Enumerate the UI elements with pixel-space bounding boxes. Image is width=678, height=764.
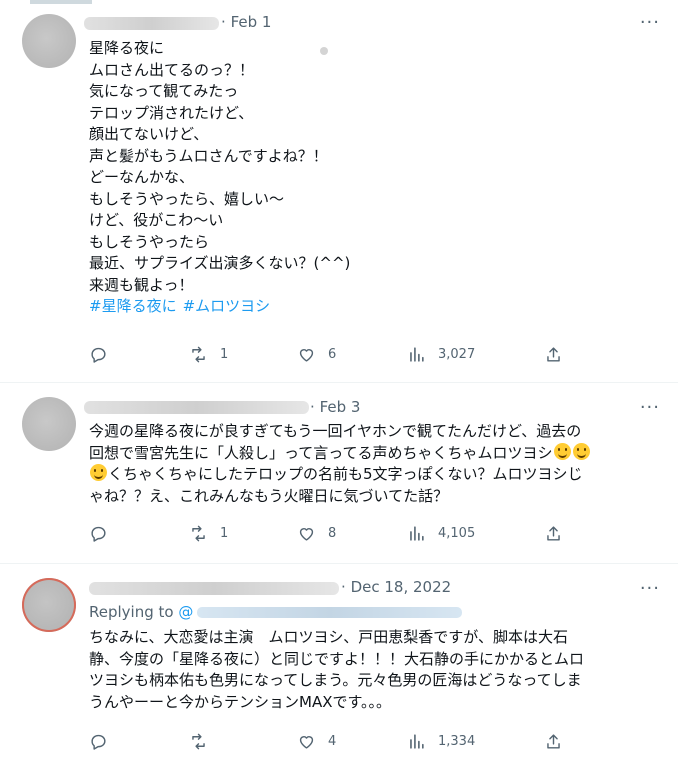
views-count: 3,027 xyxy=(438,347,476,362)
like-button[interactable]: 4 xyxy=(297,732,336,751)
more-options-icon[interactable]: ··· xyxy=(640,12,660,33)
share-button[interactable] xyxy=(544,524,563,543)
smiling-face-emoji-icon xyxy=(90,464,107,481)
views-count: 4,105 xyxy=(438,526,476,541)
views-icon xyxy=(410,526,424,541)
replying-to-handle[interactable]: @ xyxy=(178,603,193,621)
like-count: 8 xyxy=(328,526,337,541)
tweet-meta: · Feb 3 xyxy=(310,398,361,416)
tweet-meta: · Feb 1 xyxy=(221,13,272,31)
tweet[interactable]: · Dec 18, 2022 ··· Replying to @ ちなみに、大恋… xyxy=(0,564,678,764)
reply-button[interactable] xyxy=(89,732,108,751)
retweet-count: 1 xyxy=(220,526,229,541)
tweet-actions: 1 6 3,027 xyxy=(89,345,569,369)
avatar[interactable] xyxy=(22,397,76,451)
tweet[interactable]: · Feb 1 ··· 星降る夜に ムロさん出てるのっ？！ 気になって観てみたっ… xyxy=(0,0,678,383)
retweet-count: 1 xyxy=(220,347,229,362)
author-name-redacted[interactable] xyxy=(89,582,339,595)
hashtags: #星降る夜に #ムロツヨシ xyxy=(89,296,350,318)
avatar[interactable] xyxy=(22,578,76,632)
reply-icon xyxy=(91,526,106,542)
retweet-button[interactable]: 1 xyxy=(189,524,228,543)
like-icon xyxy=(299,349,314,362)
retweet-button[interactable] xyxy=(189,732,220,751)
more-options-icon[interactable]: ··· xyxy=(640,578,660,599)
views-icon xyxy=(410,347,424,362)
avatar[interactable] xyxy=(22,14,76,68)
like-button[interactable]: 6 xyxy=(297,345,336,364)
smiling-face-emoji-icon xyxy=(572,442,590,460)
tweet-text: ちなみに、大恋愛は主演 ムロツヨシ、戸田恵梨香ですが、脚本は大石 静、今度の「星… xyxy=(89,628,585,711)
more-options-icon[interactable]: ··· xyxy=(640,397,660,418)
tweet-date[interactable]: Dec 18, 2022 xyxy=(351,578,452,596)
reply-button[interactable] xyxy=(89,524,108,543)
handle-redacted xyxy=(197,607,463,618)
tweet-text: 星降る夜に ムロさん出てるのっ？！ 気になって観てみたっ テロップ消されたけど、… xyxy=(89,38,350,318)
reply-button[interactable] xyxy=(89,345,108,364)
like-count: 4 xyxy=(328,734,337,749)
share-button[interactable] xyxy=(544,732,563,751)
share-button[interactable] xyxy=(544,345,563,364)
smiling-face-emoji-icon xyxy=(553,442,571,460)
like-icon xyxy=(299,528,314,541)
share-icon xyxy=(547,526,560,541)
like-button[interactable]: 8 xyxy=(297,524,336,543)
hashtag-link[interactable]: #ムロツヨシ xyxy=(183,297,271,315)
retweet-icon xyxy=(192,346,205,363)
author-name-redacted[interactable] xyxy=(84,401,309,414)
hashtag-link[interactable]: #星降る夜に xyxy=(89,297,177,315)
retweet-icon xyxy=(192,733,205,750)
share-icon xyxy=(547,734,560,749)
views-button[interactable]: 4,105 xyxy=(407,524,475,543)
retweet-icon xyxy=(192,525,205,542)
tweet-date[interactable]: Feb 3 xyxy=(320,398,361,416)
retweet-button[interactable]: 1 xyxy=(189,345,228,364)
tweet-date[interactable]: Feb 1 xyxy=(231,13,272,31)
views-button[interactable]: 3,027 xyxy=(407,345,475,364)
views-count: 1,334 xyxy=(438,734,476,749)
tweet-actions: 4 1,334 xyxy=(89,732,569,756)
replying-to: Replying to @ xyxy=(89,603,463,621)
tweet-actions: 1 8 4,105 xyxy=(89,524,569,548)
reply-icon xyxy=(91,734,106,750)
reply-icon xyxy=(91,347,106,363)
share-icon xyxy=(547,347,560,362)
tweet-text: 今週の星降る夜にが良すぎてもう一回イヤホンで観てたんだけど、過去の 回想で雪宮先… xyxy=(89,421,591,507)
views-icon xyxy=(410,734,424,749)
tweet[interactable]: · Feb 3 ··· 今週の星降る夜にが良すぎてもう一回イヤホンで観てたんだけ… xyxy=(0,383,678,564)
like-count: 6 xyxy=(328,347,337,362)
tweet-meta: · Dec 18, 2022 xyxy=(341,578,452,596)
views-button[interactable]: 1,334 xyxy=(407,732,475,751)
like-icon xyxy=(299,736,314,749)
author-name-redacted[interactable] xyxy=(84,17,219,30)
